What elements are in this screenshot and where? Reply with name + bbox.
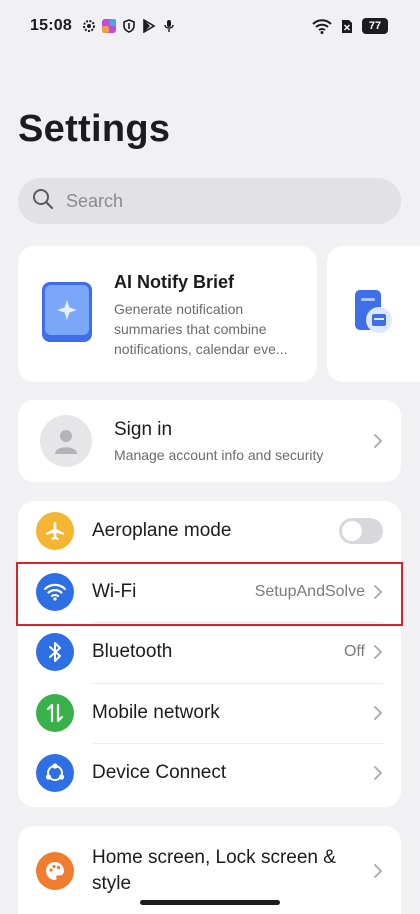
device-connect-icon bbox=[36, 754, 74, 793]
mobile-network-icon bbox=[36, 693, 74, 732]
wifi-label: Wi-Fi bbox=[92, 580, 137, 602]
second-promo-card[interactable] bbox=[327, 246, 420, 382]
mobile-network-label: Mobile network bbox=[92, 701, 220, 723]
play-icon bbox=[142, 19, 156, 33]
toggle-knob bbox=[342, 521, 362, 542]
bluetooth-icon bbox=[36, 633, 74, 672]
promo-title: AI Notify Brief bbox=[114, 272, 235, 292]
calendar-notification-icon bbox=[353, 290, 393, 340]
promo-text: AI Notify Brief Generate notification su… bbox=[114, 272, 301, 382]
app-icon bbox=[101, 19, 116, 33]
connectivity-group: Aeroplane mode Wi-Fi SetupAndSolve Bluet… bbox=[18, 501, 401, 807]
aeroplane-mode-row[interactable]: Aeroplane mode bbox=[18, 501, 401, 562]
device-connect-label: Device Connect bbox=[92, 762, 227, 784]
bluetooth-label: Bluetooth bbox=[92, 641, 173, 663]
bluetooth-row[interactable]: Bluetooth Off bbox=[18, 622, 401, 683]
chevron-right-icon bbox=[374, 584, 383, 599]
settings-screen: 15:08 77 Settings Search AI Notify Brief… bbox=[0, 0, 420, 914]
device-connect-row[interactable]: Device Connect bbox=[18, 743, 401, 804]
status-left: 15:08 bbox=[30, 17, 176, 35]
battery-icon: 77 bbox=[362, 18, 388, 34]
home-screen-style-label: Home screen, Lock screen & style bbox=[92, 847, 336, 894]
shield-icon bbox=[122, 19, 136, 33]
bluetooth-status: Off bbox=[343, 643, 365, 661]
mobile-network-row[interactable]: Mobile network bbox=[18, 682, 401, 744]
chevron-right-icon bbox=[374, 645, 383, 660]
sign-in-subtitle: Manage account info and security bbox=[114, 447, 324, 463]
palette-icon bbox=[36, 852, 74, 890]
wifi-row[interactable]: Wi-Fi SetupAndSolve bbox=[18, 561, 401, 623]
search-placeholder: Search bbox=[66, 190, 124, 211]
sign-in-text: Sign in Manage account info and security bbox=[114, 419, 373, 463]
home-indicator[interactable] bbox=[140, 900, 280, 905]
sign-in-row[interactable]: Sign in Manage account info and security bbox=[18, 400, 401, 482]
status-bar: 15:08 77 bbox=[0, 0, 420, 52]
sim-icon bbox=[340, 19, 354, 33]
wifi-icon bbox=[36, 572, 74, 611]
mic-icon bbox=[162, 19, 176, 33]
promo-description: Generate notification summaries that com… bbox=[114, 301, 288, 357]
page-title: Settings bbox=[18, 108, 171, 150]
chevron-right-icon bbox=[374, 766, 383, 781]
status-time: 15:08 bbox=[30, 17, 72, 34]
ai-notify-brief-card[interactable]: AI Notify Brief Generate notification su… bbox=[18, 246, 317, 382]
chevron-right-icon bbox=[374, 705, 383, 720]
wifi-status-icon bbox=[312, 18, 332, 34]
chevron-right-icon bbox=[374, 864, 383, 878]
search-bar[interactable]: Search bbox=[18, 178, 401, 224]
ai-notify-icon bbox=[42, 282, 92, 342]
status-right: 77 bbox=[312, 18, 388, 34]
wifi-network-name: SetupAndSolve bbox=[254, 582, 365, 600]
sign-in-title: Sign in bbox=[114, 419, 173, 440]
avatar bbox=[40, 415, 92, 467]
person-icon bbox=[55, 430, 77, 454]
chevron-right-icon bbox=[374, 434, 383, 448]
search-icon bbox=[32, 188, 54, 215]
gear-icon bbox=[82, 19, 96, 33]
aeroplane-mode-toggle[interactable] bbox=[339, 518, 383, 545]
aeroplane-mode-label: Aeroplane mode bbox=[92, 520, 232, 542]
airplane-icon bbox=[36, 512, 74, 551]
